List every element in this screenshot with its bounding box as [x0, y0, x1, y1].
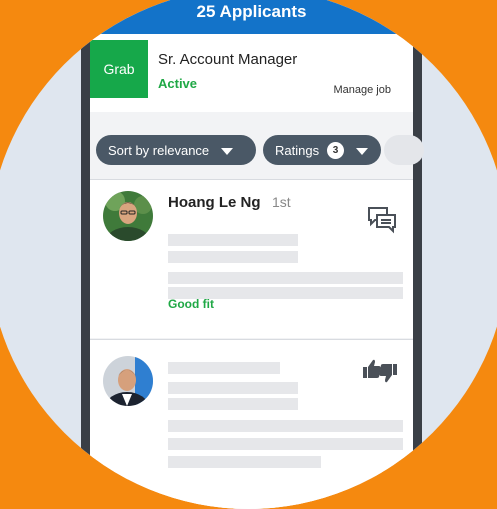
- sort-dropdown[interactable]: Sort by relevance: [96, 135, 256, 165]
- job-card[interactable]: Grab Sr. Account Manager Active Manage j…: [90, 34, 413, 112]
- applicants-header: 25 Applicants: [90, 0, 413, 34]
- placeholder-line: [168, 420, 403, 432]
- sort-label: Sort by relevance: [108, 142, 210, 158]
- placeholder-line: [168, 398, 298, 410]
- applicant-avatar: [103, 191, 153, 241]
- fit-label: Good fit: [168, 297, 214, 311]
- background-circle: 25 Applicants Grab Sr. Account Manager A…: [0, 0, 497, 509]
- placeholder-line: [168, 362, 280, 374]
- message-icon[interactable]: [367, 206, 397, 241]
- applicant-card[interactable]: [90, 340, 413, 509]
- placeholder-line: [168, 251, 298, 263]
- placeholder-line: [168, 438, 403, 450]
- thumbs-up-down-icon[interactable]: [362, 358, 398, 389]
- phone-frame: 25 Applicants Grab Sr. Account Manager A…: [81, 0, 424, 509]
- ratings-dropdown[interactable]: Ratings 3: [263, 135, 381, 165]
- chevron-down-icon: [221, 147, 234, 155]
- applicant-avatar: [103, 356, 153, 406]
- applicant-card[interactable]: Hoang Le Ng 1st Good fit: [90, 180, 413, 338]
- placeholder-line: [168, 456, 321, 468]
- filter-bar: Sort by relevance Ratings 3: [90, 135, 424, 169]
- ratings-label: Ratings: [275, 142, 320, 158]
- placeholder-line: [168, 272, 403, 284]
- company-logo-text: Grab: [103, 61, 135, 77]
- ratings-count-badge: 3: [327, 141, 345, 159]
- placeholder-line: [168, 234, 298, 246]
- job-status: Active: [158, 76, 198, 91]
- applicants-count-title: 25 Applicants: [196, 2, 307, 21]
- more-filters-pill[interactable]: [384, 135, 424, 165]
- job-title: Sr. Account Manager: [158, 51, 298, 68]
- placeholder-line: [168, 382, 298, 394]
- manage-job-link[interactable]: Manage job: [334, 84, 392, 96]
- chevron-down-icon: [356, 147, 369, 155]
- applicant-rank: 1st: [272, 194, 291, 210]
- company-logo: Grab: [90, 40, 148, 98]
- applicant-name: Hoang Le Ng: [168, 194, 261, 211]
